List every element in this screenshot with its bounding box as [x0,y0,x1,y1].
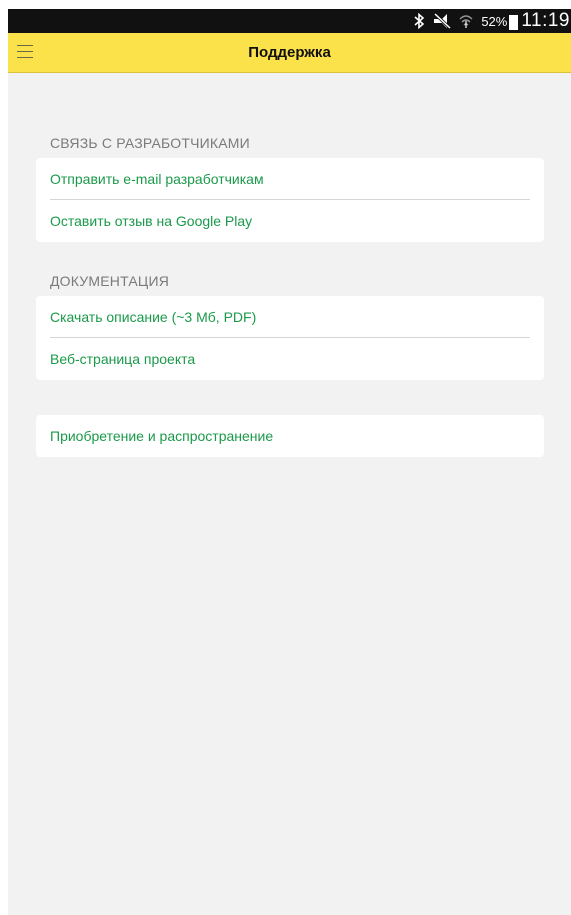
download-description-link[interactable]: Скачать описание (~3 Мб, PDF) [36,296,544,338]
contact-card: Отправить e-mail разработчикам Оставить … [36,158,544,242]
section-header-docs: ДОКУМЕНТАЦИЯ [50,273,170,289]
docs-card: Скачать описание (~3 Мб, PDF) Веб-страни… [36,296,544,380]
screen: 52% 11:19 Поддержка СВЯЗЬ С РАЗРАБОТЧИКА… [8,9,571,915]
acquisition-card: Приобретение и распространение [36,415,544,457]
google-play-review-link[interactable]: Оставить отзыв на Google Play [36,200,544,242]
wifi-icon [459,13,473,29]
status-bar: 52% 11:19 [8,9,571,33]
status-time: 11:19 [521,10,570,31]
send-email-link[interactable]: Отправить e-mail разработчикам [36,158,544,200]
section-header-contact: СВЯЗЬ С РАЗРАБОТЧИКАМИ [50,135,250,151]
hamburger-menu-icon[interactable] [17,45,33,59]
page-title: Поддержка [248,44,331,61]
battery-icon [509,12,519,30]
support-content: СВЯЗЬ С РАЗРАБОТЧИКАМИ Отправить e-mail … [8,73,571,457]
bluetooth-icon [413,13,425,29]
battery-percent: 52% [481,13,508,29]
acquisition-distribution-link[interactable]: Приобретение и распространение [36,415,544,457]
app-bar: Поддержка [8,33,571,73]
vibrate-silent-icon [433,13,452,29]
project-webpage-link[interactable]: Веб-страница проекта [36,338,544,380]
